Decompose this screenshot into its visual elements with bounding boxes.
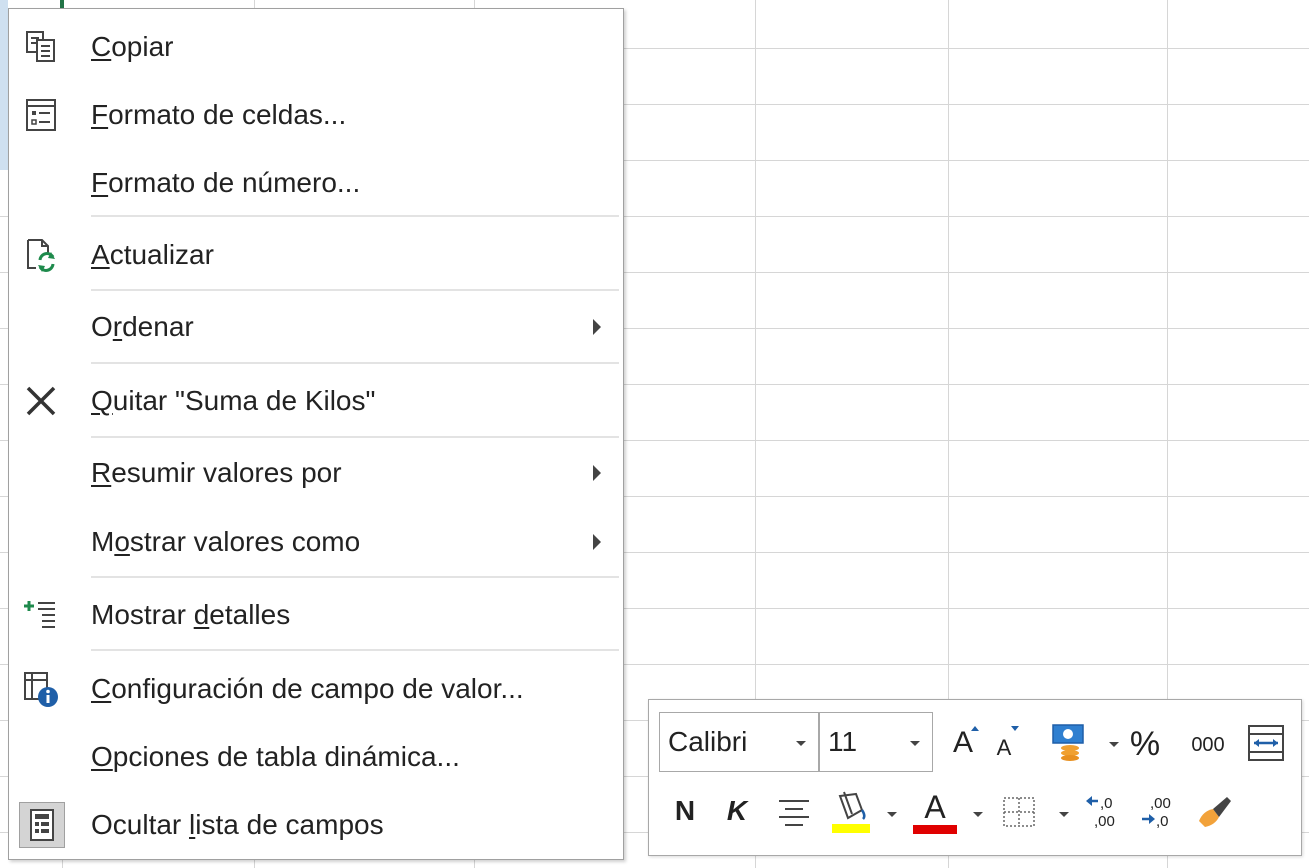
- refresh-icon: [19, 233, 63, 277]
- selection-handle: [60, 0, 64, 8]
- menu-item-mostrar-detalles[interactable]: Mostrar detalles: [9, 585, 623, 645]
- menu-separator: [91, 649, 619, 651]
- down-triangle-icon: [1011, 726, 1019, 731]
- menu-separator: [91, 436, 619, 438]
- menu-separator: [91, 362, 619, 364]
- decrease-decimal-button[interactable]: ,00 ,0: [1139, 788, 1183, 834]
- font-color-icon: A: [924, 788, 946, 825]
- chevron-down-icon[interactable]: [910, 741, 920, 746]
- chevron-down-icon[interactable]: [887, 812, 897, 817]
- svg-text:,0: ,0: [1100, 795, 1113, 812]
- menu-item-ocultar-lista[interactable]: Ocultar lista de campos: [9, 795, 623, 855]
- submenu-arrow-icon: [593, 465, 601, 481]
- shrink-font-button[interactable]: A: [987, 722, 1021, 768]
- menu-item-label: Resumir valores por: [91, 457, 342, 488]
- mini-toolbar: Calibri 11 A A % 000 N K A ,0 ,00 ,00 ,0: [648, 699, 1302, 856]
- accounting-format-button[interactable]: [1047, 718, 1091, 768]
- svg-text:,0: ,0: [1156, 813, 1169, 830]
- borders-button[interactable]: [999, 790, 1039, 834]
- grow-font-button[interactable]: A: [945, 718, 981, 768]
- align-center-icon: [779, 800, 809, 826]
- menu-item-configuracion-campo[interactable]: Configuración de campo de valor...: [9, 659, 623, 719]
- menu-item-label: Mostrar detalles: [91, 599, 291, 630]
- menu-item-label: Ocultar lista de campos: [91, 809, 384, 840]
- menu-separator: [91, 215, 619, 217]
- menu-item-label: Formato de celdas...: [91, 99, 347, 130]
- fill-color-swatch: [832, 824, 870, 833]
- italic-button[interactable]: K: [721, 788, 753, 834]
- menu-item-mostrar-valores[interactable]: Mostrar valores como: [9, 512, 623, 572]
- font-size-value: 11: [828, 726, 858, 757]
- grow-font-icon: A: [952, 726, 973, 759]
- remove-x-icon: [19, 379, 63, 423]
- shrink-font-icon: A: [996, 735, 1012, 760]
- svg-text:,00: ,00: [1094, 813, 1115, 830]
- chevron-down-icon[interactable]: [973, 812, 983, 817]
- menu-item-opciones-tabla[interactable]: Opciones de tabla dinámica...: [9, 727, 623, 787]
- chevron-down-icon[interactable]: [1109, 742, 1119, 747]
- selected-cell-edge: [0, 0, 8, 170]
- menu-item-label: Actualizar: [91, 239, 214, 270]
- field-list-icon: [19, 802, 65, 848]
- menu-item-label: Copiar: [91, 31, 174, 62]
- menu-separator: [91, 576, 619, 578]
- menu-item-copiar[interactable]: Copiar: [9, 17, 623, 77]
- format-painter-icon: [1199, 797, 1231, 827]
- svg-text:,00: ,00: [1150, 795, 1171, 812]
- percent-icon: %: [1129, 724, 1161, 763]
- format-cells-icon: [19, 93, 63, 137]
- menu-item-formato-numero[interactable]: Formato de número...: [9, 153, 623, 213]
- increase-decimal-button[interactable]: ,0 ,00: [1083, 788, 1127, 834]
- borders-icon: [1003, 797, 1035, 827]
- menu-item-label: Ordenar: [91, 311, 194, 342]
- fill-color-button[interactable]: [829, 786, 873, 836]
- font-color-button[interactable]: A: [913, 786, 957, 836]
- menu-item-label: Quitar "Suma de Kilos": [91, 385, 376, 416]
- menu-item-ordenar[interactable]: Ordenar: [9, 297, 623, 357]
- field-settings-icon: [19, 667, 63, 711]
- italic-icon: K: [726, 795, 748, 826]
- font-size-combobox[interactable]: 11: [819, 712, 933, 772]
- menu-item-quitar[interactable]: Quitar "Suma de Kilos": [9, 371, 623, 431]
- accounting-icon: [1052, 724, 1084, 761]
- font-name-value: Calibri: [668, 726, 748, 757]
- menu-item-label: Mostrar valores como: [91, 526, 361, 557]
- comma-style-button[interactable]: 000: [1185, 722, 1231, 768]
- bold-icon: N: [674, 795, 696, 826]
- autofit-icon: [1248, 725, 1284, 761]
- menu-item-label: Configuración de campo de valor...: [91, 673, 524, 704]
- percent-style-button[interactable]: %: [1125, 720, 1165, 768]
- paint-bucket-icon: [832, 791, 870, 833]
- menu-item-formato-celdas[interactable]: Formato de celdas...: [9, 85, 623, 145]
- thousands-icon: 000: [1191, 733, 1225, 756]
- autofit-button[interactable]: [1245, 720, 1287, 766]
- chevron-down-icon[interactable]: [1059, 812, 1069, 817]
- font-name-combobox[interactable]: Calibri: [659, 712, 819, 772]
- up-triangle-icon: [971, 726, 979, 731]
- menu-separator: [91, 289, 619, 291]
- increase-decimal-icon: ,0 ,00: [1086, 795, 1115, 830]
- submenu-arrow-icon: [593, 319, 601, 335]
- menu-item-label: Formato de número...: [91, 167, 361, 198]
- show-details-icon: [19, 593, 63, 637]
- menu-item-resumir-valores[interactable]: Resumir valores por: [9, 443, 623, 503]
- chevron-down-icon[interactable]: [796, 741, 806, 746]
- submenu-arrow-icon: [593, 534, 601, 550]
- decrease-decimal-icon: ,00 ,0: [1142, 795, 1171, 830]
- copy-icon: [19, 25, 63, 69]
- font-color-swatch: [913, 825, 957, 834]
- format-painter-button[interactable]: [1191, 788, 1239, 834]
- bold-button[interactable]: N: [669, 788, 701, 834]
- menu-item-label: Opciones de tabla dinámica...: [91, 741, 460, 772]
- menu-item-actualizar[interactable]: Actualizar: [9, 225, 623, 285]
- center-align-button[interactable]: [773, 790, 815, 834]
- context-menu: Copiar Formato de celdas... Formato de n…: [8, 8, 624, 860]
